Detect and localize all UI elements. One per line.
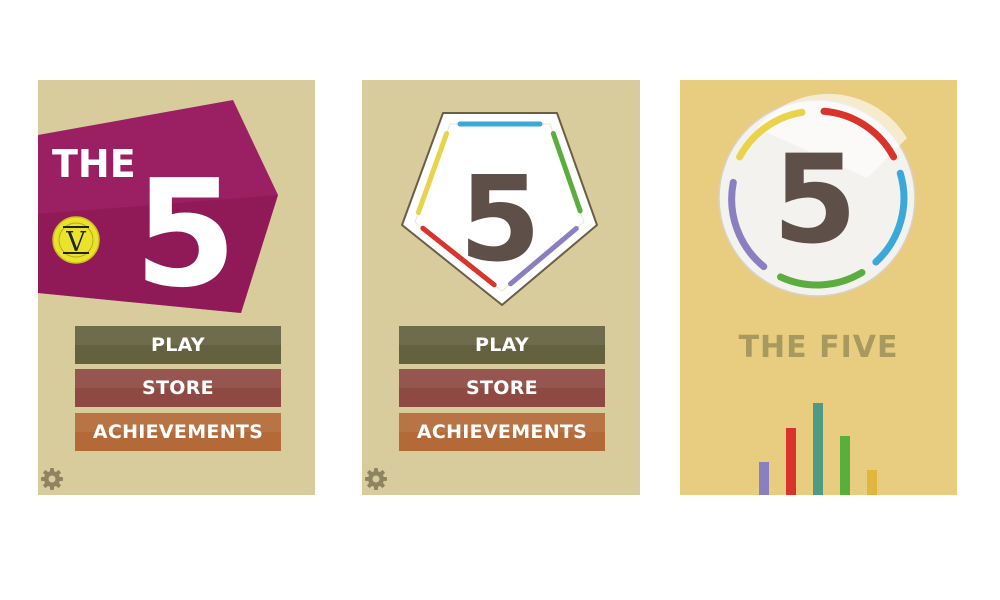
equalizer-bar-teal	[813, 403, 823, 495]
equalizer-bar-green	[840, 436, 850, 495]
logo-numeral: 5	[134, 148, 237, 320]
badge-numeral: V	[65, 227, 86, 258]
play-button[interactable]: PLAY	[399, 326, 605, 364]
store-button[interactable]: STORE	[399, 369, 605, 407]
logo-circle-5: 5	[718, 93, 916, 297]
equalizer-bar-gold	[867, 470, 877, 495]
equalizer-bar-red	[786, 428, 796, 495]
screen-2-main-menu: 5 PLAY STORE ACHIEVEMENTS	[362, 80, 640, 495]
gear-icon[interactable]	[40, 467, 64, 491]
screen-1-main-menu: THE 5 V PLAY STORE ACHIEVEMENTS	[38, 80, 315, 495]
logo-the-text: THE	[52, 142, 136, 186]
equalizer-bars	[759, 403, 877, 495]
achievements-button[interactable]: ACHIEVEMENTS	[399, 413, 605, 451]
store-button[interactable]: STORE	[75, 369, 281, 407]
play-button[interactable]: PLAY	[75, 326, 281, 364]
achievements-button[interactable]: ACHIEVEMENTS	[75, 413, 281, 451]
screen-3-splash: 5 THE FIVE	[680, 80, 957, 495]
equalizer-bar-purple	[759, 462, 769, 495]
game-title: THE FIVE	[738, 330, 899, 365]
gear-icon[interactable]	[364, 467, 388, 491]
logo-numeral: 5	[459, 150, 541, 288]
logo-numeral: 5	[773, 129, 858, 271]
